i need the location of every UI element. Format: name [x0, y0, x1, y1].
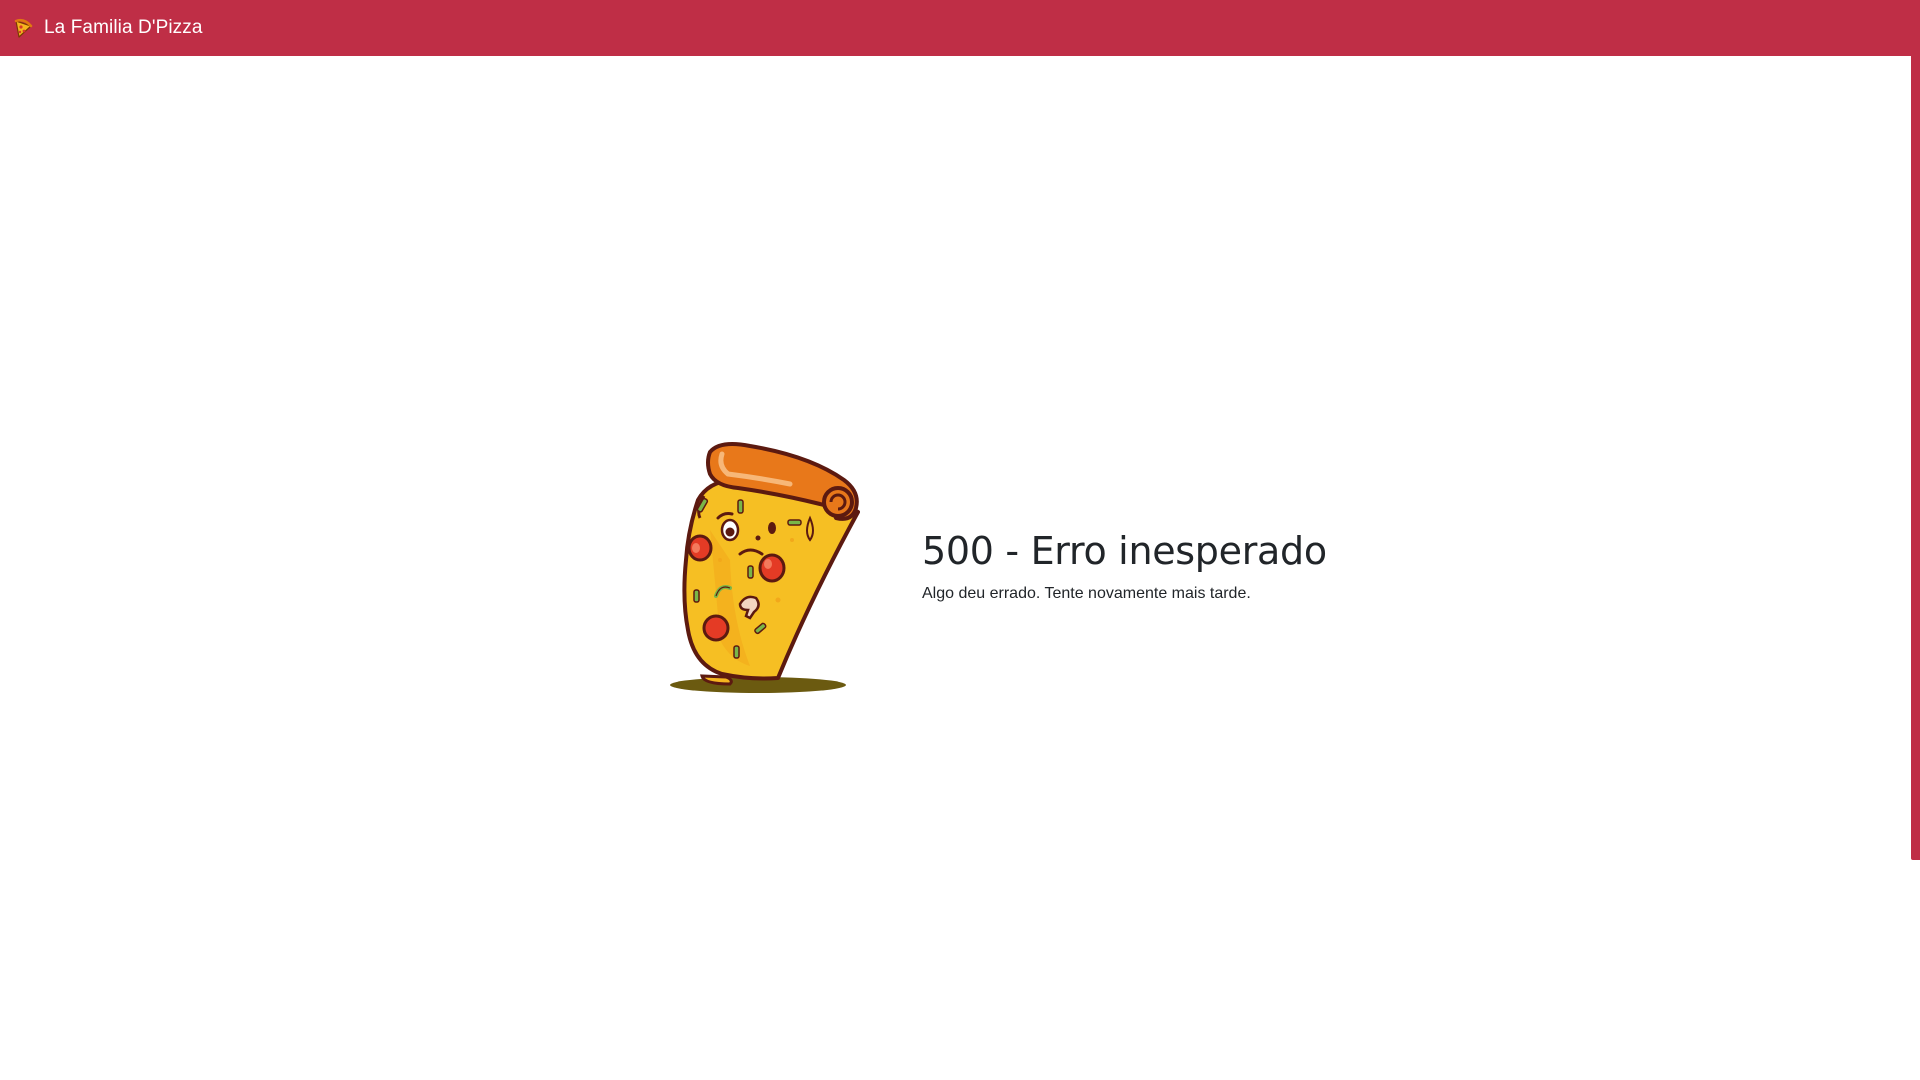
pizza-icon — [13, 17, 35, 39]
error-message: Algo deu errado. Tente novamente mais ta… — [922, 585, 1251, 602]
scrollbar-thumb[interactable] — [1911, 56, 1920, 860]
error-title: 500 - Erro inesperado — [922, 529, 1327, 573]
error-text-block: 500 - Erro inesperado Algo deu errado. T… — [922, 529, 1327, 603]
sad-pizza-illustration — [660, 440, 860, 700]
brand-link[interactable]: La Familia D'Pizza — [13, 17, 203, 39]
brand-name: La Familia D'Pizza — [44, 17, 203, 38]
error-panel: 500 - Erro inesperado Algo deu errado. T… — [660, 440, 1360, 700]
top-navbar: La Familia D'Pizza — [0, 0, 1920, 56]
